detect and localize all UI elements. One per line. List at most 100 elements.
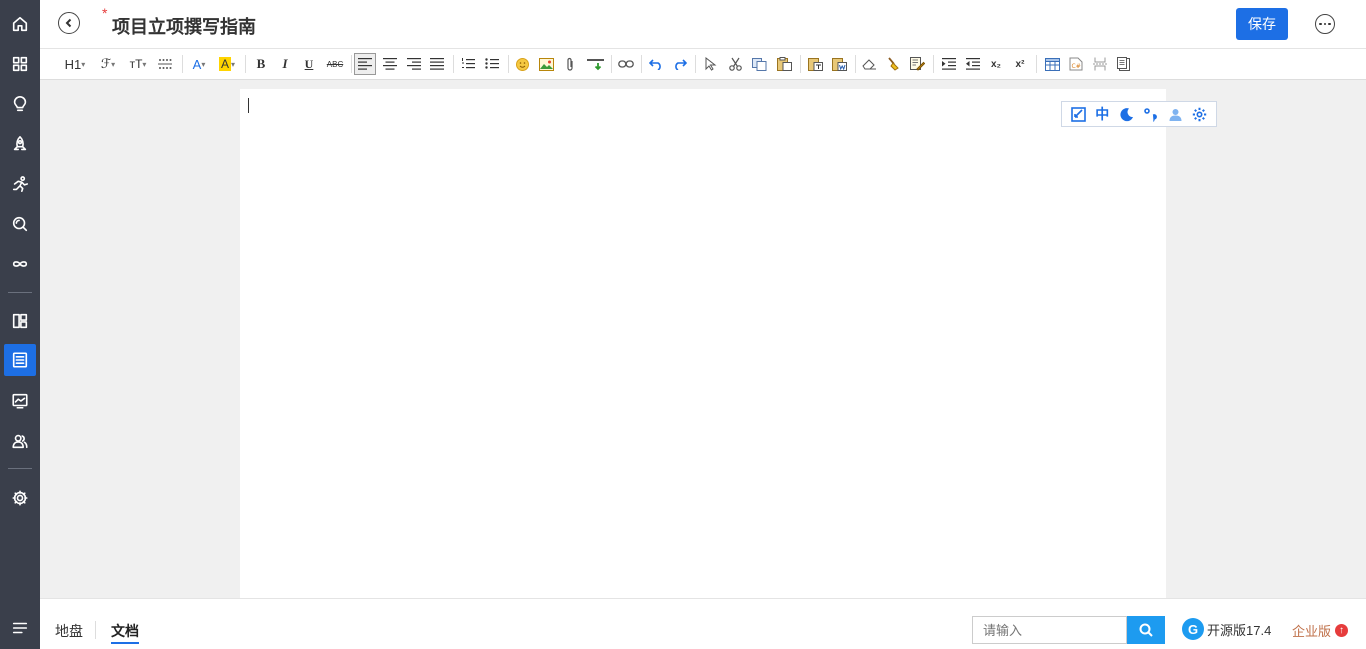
font-color-icon: A (192, 56, 202, 72)
undo-button[interactable] (647, 53, 665, 75)
tab-dashboard[interactable]: 地盘 (55, 621, 83, 641)
menu-icon[interactable] (0, 610, 40, 646)
indent-icon (942, 58, 956, 70)
gear-icon[interactable] (1192, 107, 1207, 122)
chinese-input-icon[interactable]: 中 (1095, 104, 1109, 124)
code-block-button[interactable]: C# (1066, 53, 1086, 75)
pencil-note-icon (909, 57, 925, 71)
edit-source-button[interactable] (907, 53, 927, 75)
punctuation-icon[interactable] (1143, 107, 1158, 122)
toolbar-divider (453, 55, 454, 73)
toolbar-divider (800, 55, 801, 73)
rocket-icon[interactable] (4, 128, 36, 160)
align-left-button[interactable] (354, 53, 376, 75)
clipboard-doc-icon (1117, 57, 1130, 71)
infinity-icon[interactable] (4, 248, 36, 280)
bullet-list-button[interactable] (482, 53, 502, 75)
cut-button[interactable] (726, 53, 744, 75)
strikethrough-button[interactable]: ABC (324, 53, 346, 75)
font-family-dropdown[interactable]: ℱ ▾ (97, 53, 119, 75)
settings-icon[interactable] (4, 482, 36, 514)
insert-image-button[interactable] (537, 53, 555, 75)
copy-button[interactable] (750, 53, 768, 75)
version-info[interactable]: G 开源版17.4 (1182, 618, 1271, 640)
font-color-dropdown[interactable]: A ▾ (189, 53, 209, 75)
document-editor[interactable]: 中 (240, 89, 1217, 598)
more-options-icon[interactable] (1315, 14, 1335, 34)
heading-dropdown[interactable]: H1 ▾ (62, 53, 88, 75)
indent-button[interactable] (939, 53, 959, 75)
monitor-icon[interactable] (4, 385, 36, 417)
toolbar-divider (695, 55, 696, 73)
underline-button[interactable]: U (301, 53, 317, 75)
bold-icon: B (256, 56, 266, 71)
outdent-button[interactable] (963, 53, 983, 75)
font-size-dropdown[interactable]: тT ▾ (126, 53, 150, 75)
save-button[interactable]: 保存 (1236, 8, 1288, 40)
tab-docs[interactable]: 文档 (111, 621, 139, 644)
format-painter-button[interactable] (884, 53, 902, 75)
enterprise-upgrade-link[interactable]: 企业版 ↑ (1292, 621, 1349, 640)
page-header: * 项目立项撰写指南 保存 (40, 0, 1366, 49)
document-list-icon[interactable] (4, 344, 36, 376)
eraser-button[interactable] (860, 53, 878, 75)
svg-text:C#: C# (1072, 63, 1081, 70)
board-icon[interactable] (4, 305, 36, 337)
bold-button[interactable]: B (253, 53, 269, 75)
align-right-button[interactable] (404, 53, 424, 75)
back-button[interactable] (58, 12, 80, 34)
line-spacing-icon[interactable] (156, 53, 174, 75)
justify-button[interactable] (427, 53, 447, 75)
superscript-button[interactable]: x² (1011, 53, 1029, 75)
checkbox-edit-icon[interactable] (1070, 106, 1086, 122)
subscript-button[interactable]: x₂ (987, 53, 1005, 75)
insert-row-button[interactable] (585, 53, 605, 75)
enterprise-label: 企业版 (1292, 624, 1332, 639)
search-quality-icon[interactable] (4, 208, 36, 240)
search-input[interactable] (972, 616, 1127, 644)
align-center-button[interactable] (380, 53, 400, 75)
italic-button[interactable]: I (277, 53, 293, 75)
nav-divider (8, 468, 32, 469)
ordered-list-icon (462, 58, 475, 69)
search-button[interactable] (1127, 616, 1165, 644)
moon-icon[interactable] (1119, 107, 1134, 122)
paste-word-button[interactable] (829, 53, 849, 75)
table-icon (1044, 57, 1060, 71)
user-icon[interactable] (1168, 107, 1183, 122)
link-icon (618, 60, 634, 68)
subscript-icon: x₂ (990, 58, 1001, 70)
paste-button[interactable] (774, 53, 794, 75)
running-icon[interactable] (4, 168, 36, 200)
font-family-icon: ℱ (100, 56, 112, 71)
template-button[interactable] (1114, 53, 1134, 75)
link-button[interactable] (616, 53, 636, 75)
attachment-button[interactable] (561, 53, 579, 75)
code-file-icon: C# (1069, 57, 1083, 71)
home-icon[interactable] (4, 8, 36, 40)
ordered-list-button[interactable] (458, 53, 478, 75)
paste-word-icon (831, 58, 847, 71)
copy-icon (751, 57, 766, 71)
insert-table-button[interactable] (1042, 53, 1062, 75)
bullet-list-icon (485, 58, 499, 69)
emoji-button[interactable] (513, 53, 531, 75)
eraser-icon (861, 59, 876, 70)
team-icon[interactable] (4, 425, 36, 457)
undo-icon (649, 59, 661, 70)
redo-button[interactable] (671, 53, 689, 75)
underline-icon: U (304, 56, 314, 71)
paste-text-button[interactable] (805, 53, 825, 75)
chevron-down-icon: ▾ (111, 59, 116, 69)
search-icon (1139, 623, 1153, 637)
text-caret (248, 98, 249, 113)
highlight-dropdown[interactable]: A ▾ (216, 53, 238, 75)
apps-icon[interactable] (4, 48, 36, 80)
lightbulb-icon[interactable] (4, 88, 36, 120)
floating-toolbar: 中 (1061, 101, 1217, 127)
required-mark: * (102, 5, 108, 21)
editor-toolbar: H1 ▾ ℱ ▾ тT ▾ A ▾ A ▾ B I U ABC x₂ x² C# (40, 49, 1366, 80)
side-navigation (0, 0, 40, 649)
page-break-button[interactable] (1090, 53, 1110, 75)
select-all-button[interactable] (703, 53, 719, 75)
